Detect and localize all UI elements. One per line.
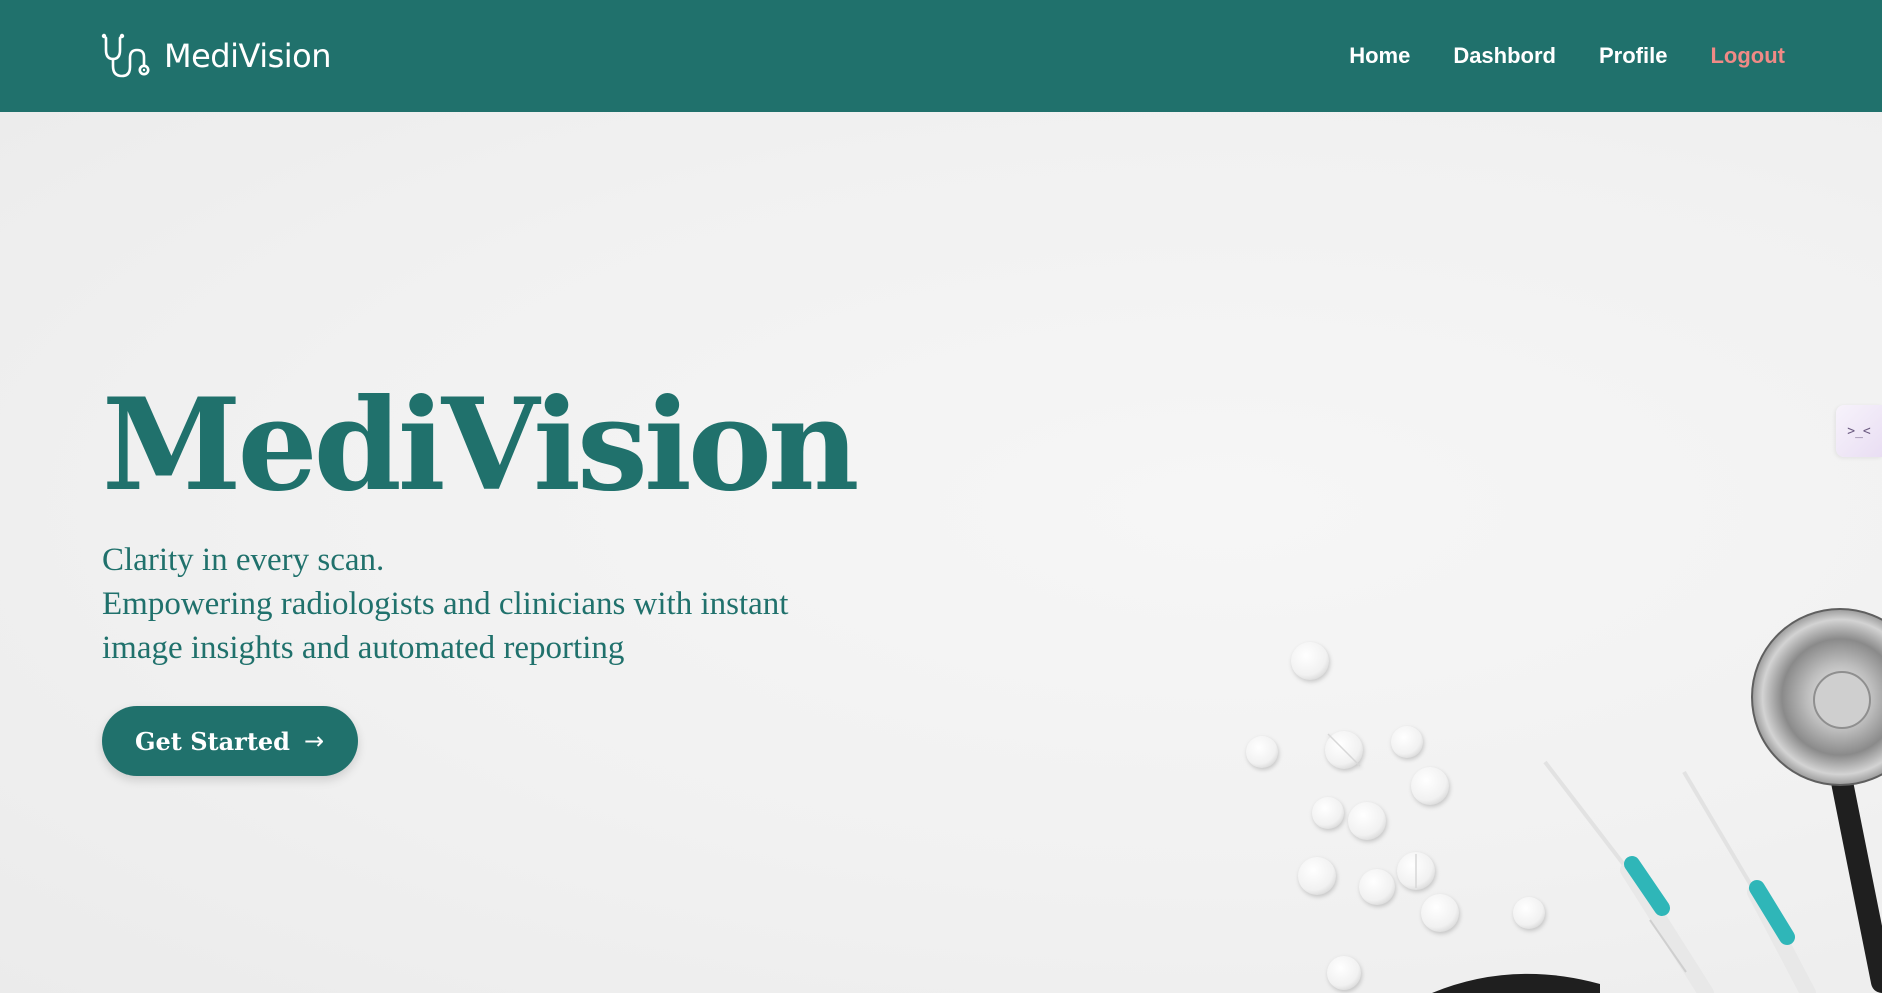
- brand-name: MediVision: [164, 37, 332, 75]
- navbar: MediVision Home Dashbord Profile Logout: [0, 0, 1882, 112]
- nav-home-link[interactable]: Home: [1349, 43, 1410, 69]
- arrow-right-icon: →: [303, 727, 325, 755]
- brand-logo-link[interactable]: MediVision: [100, 32, 332, 80]
- stethoscope-icon: [101, 33, 150, 78]
- pills: [1246, 642, 1545, 990]
- hero-tagline: Clarity in every scan.: [102, 542, 385, 578]
- syringe-left: [1543, 760, 1714, 993]
- syringe-right: [1682, 770, 1816, 993]
- hero-subtitle: Clarity in every scan. Empowering radiol…: [102, 538, 855, 670]
- hero-description-line2: image insights and automated reporting: [102, 630, 625, 666]
- hero-title: MediVision: [102, 371, 859, 519]
- hero-section: MediVision Clarity in every scan. Empowe…: [0, 112, 1882, 993]
- get-started-button[interactable]: Get Started →: [102, 706, 359, 776]
- nav-profile-link[interactable]: Profile: [1599, 43, 1667, 69]
- main-nav: Home Dashbord Profile Logout: [1349, 43, 1785, 69]
- side-widget-tab[interactable]: >_<: [1836, 405, 1882, 457]
- nav-logout-link[interactable]: Logout: [1710, 43, 1785, 69]
- nav-dashboard-link[interactable]: Dashbord: [1453, 43, 1556, 69]
- hero-description-line1: Empowering radiologists and clinicians w…: [102, 586, 789, 622]
- hero-content: MediVision Clarity in every scan. Empowe…: [102, 371, 859, 776]
- side-widget-label: >_<: [1847, 423, 1871, 439]
- stethoscope-tube: [1432, 973, 1600, 993]
- get-started-label: Get Started: [135, 726, 290, 756]
